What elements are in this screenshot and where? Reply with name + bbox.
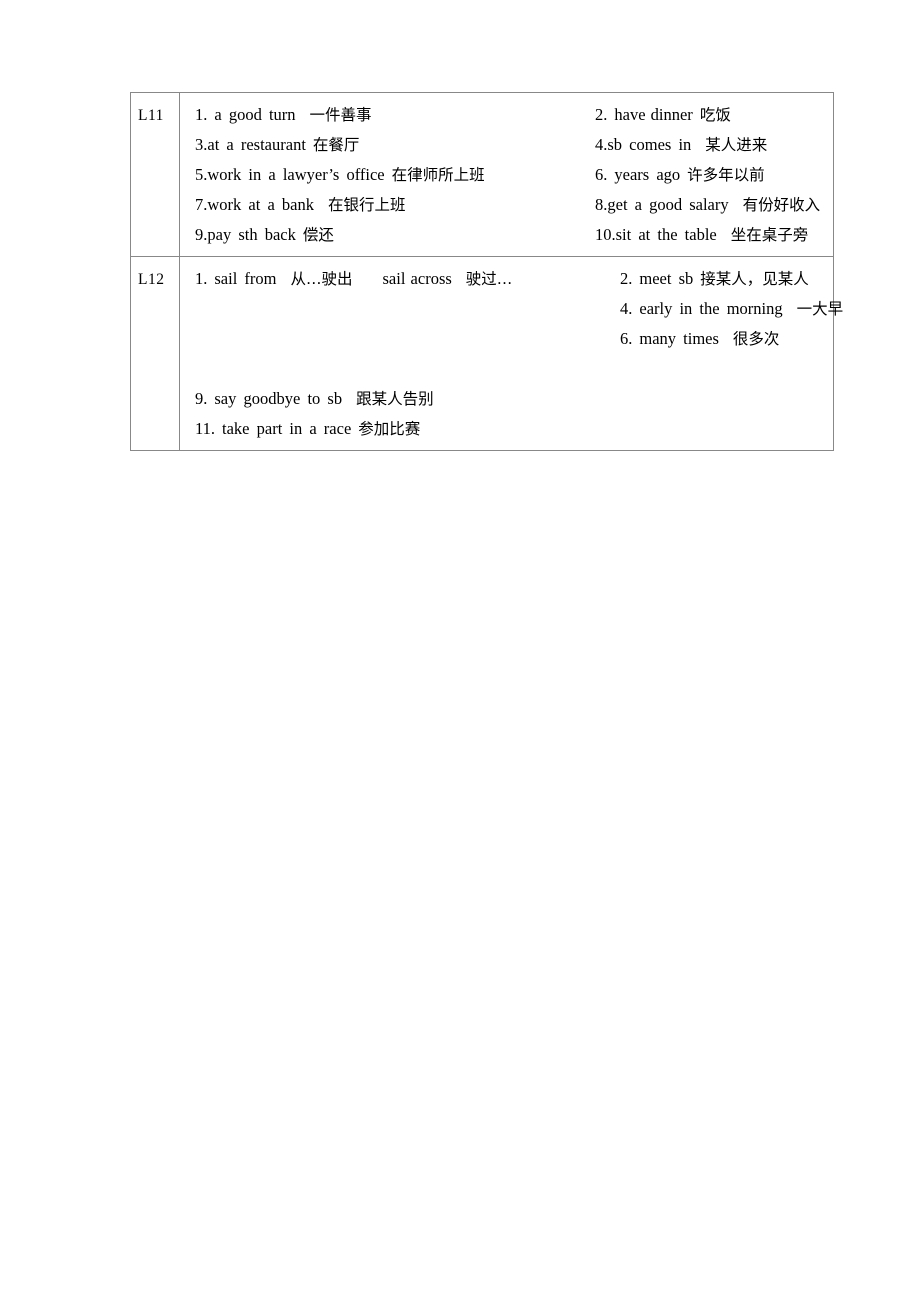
entry-line: 7.work at a bank 在银行上班 8.get a good salar…: [180, 190, 833, 220]
entry-english: a good turn: [214, 105, 296, 124]
lesson-label-cell: L11: [130, 92, 180, 257]
entry-english: work at a bank: [207, 195, 314, 214]
entry-number: 2.: [620, 269, 633, 288]
entry-left: 1. a good turn 一件善事: [195, 100, 372, 130]
entry-english: take part in a race: [222, 419, 352, 438]
lesson-entries-cell-l11: 1. a good turn 一件善事 2. have dinner 吃饭 3.at a…: [179, 92, 834, 257]
entry-chinese: 许多年以前: [687, 166, 765, 184]
entry-right: 2. meet sb 接某人，见某人: [620, 264, 809, 294]
entry-line: 9. say goodbye to sb 跟某人告别: [180, 384, 833, 414]
entry-left: 5.work in a lawyer’s office 在律师所上班: [195, 160, 485, 190]
entry-number: 3.: [195, 135, 208, 154]
entry-chinese: 坐在桌子旁: [730, 226, 809, 244]
entry-line: 1. sail from 从…驶出 sail across 驶过… 2. meet sb 接…: [180, 264, 833, 294]
entry-right: 2. have dinner 吃饭: [595, 100, 731, 130]
entry-chinese-alt: 驶过…: [465, 270, 513, 288]
entry-number: 5.: [195, 165, 208, 184]
entry-chinese: 在餐厅: [312, 136, 360, 154]
document-page: L11 1. a good turn 一件善事 2. have dinner 吃饭: [0, 0, 920, 1302]
entry-line: 11. take part in a race 参加比赛: [180, 414, 833, 444]
entry-number: 6.: [595, 165, 608, 184]
entry-number: 8.: [595, 195, 608, 214]
entry-english: have dinner: [614, 105, 693, 124]
entry-line: 9.pay sth back 偿还 10.sit at the table 坐在桌子…: [180, 220, 833, 250]
lesson-entries-cell-l12: 1. sail from 从…驶出 sail across 驶过… 2. meet sb 接…: [179, 256, 843, 451]
entry-number: 7.: [195, 195, 208, 214]
lesson-label-l12: L12: [138, 271, 165, 288]
entry-english: work in a lawyer’s office: [207, 165, 385, 184]
vocabulary-table: L11 1. a good turn 一件善事 2. have dinner 吃饭: [130, 92, 843, 451]
lesson-label-cell: L12: [130, 256, 180, 451]
entry-english: sit at the table: [615, 225, 717, 244]
entry-line: 5.work in a lawyer’s office 在律师所上班 6. year…: [180, 160, 833, 190]
entry-left: 3.at a restaurant 在餐厅: [195, 130, 359, 160]
entry-english: early in the morning: [639, 299, 783, 318]
entry-chinese: 一件善事: [309, 106, 372, 124]
entry-number: 2.: [595, 105, 608, 124]
entry-english: say goodbye to sb: [214, 389, 343, 408]
entry-right: 4. early in the morning 一大早: [620, 294, 843, 324]
table-row: L12 1. sail from 从…驶出 sail across 驶过… 2. meet…: [130, 256, 843, 451]
entry-right: 8.get a good salary 有份好收入: [595, 190, 820, 220]
entry-number: 6.: [620, 329, 633, 348]
entry-english: many times: [639, 329, 719, 348]
entry-right: 10.sit at the table 坐在桌子旁: [595, 220, 808, 250]
entry-number: 10.: [595, 225, 616, 244]
table-row: L11 1. a good turn 一件善事 2. have dinner 吃饭: [130, 92, 834, 257]
entry-number: 4.: [620, 299, 633, 318]
entry-left: 9. say goodbye to sb 跟某人告别: [195, 384, 434, 414]
entry-english: years ago: [614, 165, 681, 184]
entry-english: get a good salary: [607, 195, 729, 214]
entry-chinese: 在律师所上班: [391, 166, 485, 184]
entry-english: at a restaurant: [207, 135, 306, 154]
entry-chinese: 某人进来: [705, 136, 768, 154]
entry-chinese: 偿还: [302, 226, 334, 244]
entry-number: 4.: [595, 135, 608, 154]
entry-chinese: 在银行上班: [327, 196, 406, 214]
lesson-label-l11: L11: [138, 107, 164, 124]
entry-right: 4.sb comes in 某人进来: [595, 130, 767, 160]
entry-number: 1.: [195, 105, 208, 124]
entry-chinese: 跟某人告别: [356, 390, 434, 408]
entry-right: 6. many times 很多次: [620, 324, 779, 354]
entry-chinese: 很多次: [732, 330, 780, 348]
entry-right: 6. years ago 许多年以前: [595, 160, 765, 190]
entry-line: 3.at a restaurant 在餐厅 4.sb comes in 某人进来: [180, 130, 833, 160]
entry-number: 9.: [195, 389, 208, 408]
entry-left: 11. take part in a race 参加比赛: [195, 414, 420, 444]
entry-chinese: 吃饭: [699, 106, 731, 124]
entry-line-blank: [180, 354, 833, 384]
entry-english: meet sb: [639, 269, 694, 288]
entry-number: 9.: [195, 225, 208, 244]
entry-line: 6. many times 很多次: [180, 324, 833, 354]
entry-left: 7.work at a bank 在银行上班: [195, 190, 405, 220]
entry-chinese: 参加比赛: [358, 420, 421, 438]
entry-left: 1. sail from 从…驶出 sail across 驶过…: [195, 264, 512, 294]
entry-line: 1. a good turn 一件善事 2. have dinner 吃饭: [180, 100, 833, 130]
entry-left: 9.pay sth back 偿还: [195, 220, 334, 250]
entry-english: sail from: [214, 269, 277, 288]
entry-english: pay sth back: [207, 225, 296, 244]
entry-chinese: 接某人，见某人: [700, 270, 809, 288]
entry-number: 1.: [195, 269, 208, 288]
entry-line: 4. early in the morning 一大早: [180, 294, 843, 324]
entry-english-alt: sail across: [382, 269, 452, 288]
entry-number: 11.: [195, 419, 216, 438]
entry-english: sb comes in: [607, 135, 692, 154]
entry-chinese: 一大早: [796, 300, 844, 318]
entry-chinese: 从…驶出: [290, 270, 353, 288]
entry-chinese: 有份好收入: [742, 196, 821, 214]
